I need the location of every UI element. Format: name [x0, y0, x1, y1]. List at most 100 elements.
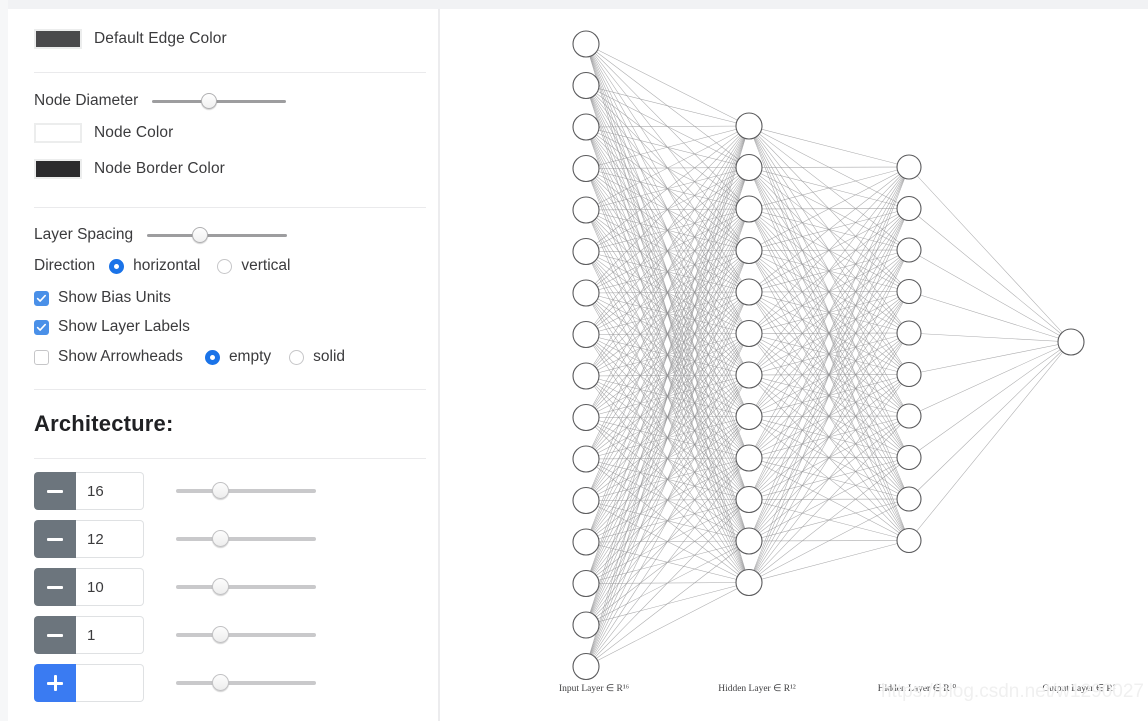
network-node[interactable]: [896, 195, 922, 222]
node-border-color-row[interactable]: Node Border Color: [8, 152, 438, 186]
layer-size-input[interactable]: 1: [76, 616, 144, 654]
network-node[interactable]: [572, 237, 600, 266]
network-node[interactable]: [735, 112, 763, 140]
architecture-rows: 16 12 10 1: [8, 467, 438, 707]
network-node[interactable]: [572, 362, 600, 390]
slider-thumb[interactable]: [211, 674, 229, 691]
network-node[interactable]: [735, 485, 763, 514]
default-edge-color-row[interactable]: Default Edge Color: [8, 22, 438, 56]
node-diameter-row: Node Diameter: [8, 92, 438, 110]
layer-size-input[interactable]: 10: [76, 568, 144, 606]
color-swatch-icon[interactable]: [34, 29, 82, 49]
network-node[interactable]: [572, 196, 600, 224]
network-node[interactable]: [735, 278, 763, 306]
network-diagram-canvas: Input Layer ∈ R¹⁶ Hidden Layer ∈ R¹² Hidde…: [442, 9, 1148, 721]
layer-spacing-slider[interactable]: [147, 226, 288, 244]
minus-icon: [47, 585, 63, 589]
left-edge-strip: [0, 0, 8, 721]
network-node[interactable]: [735, 568, 763, 597]
slider-thumb[interactable]: [211, 530, 229, 547]
architecture-row: 1: [8, 611, 438, 659]
radio-arrowhead-empty[interactable]: [204, 349, 220, 365]
network-node[interactable]: [896, 527, 922, 554]
network-node[interactable]: [735, 195, 763, 223]
edge: [748, 291, 910, 583]
slider-thumb[interactable]: [200, 93, 217, 109]
network-node[interactable]: [572, 611, 600, 639]
network-node[interactable]: [572, 30, 600, 58]
direction-horizontal-label: horizontal: [133, 257, 201, 274]
remove-layer-button[interactable]: [34, 520, 76, 558]
show-layer-labels-row[interactable]: Show Layer Labels: [8, 318, 438, 336]
network-node[interactable]: [572, 652, 600, 681]
network-node[interactable]: [896, 403, 922, 429]
network-node[interactable]: [1057, 328, 1085, 356]
slider-track: [176, 489, 316, 493]
edge: [585, 333, 750, 667]
slider-thumb[interactable]: [211, 578, 229, 595]
slider-thumb[interactable]: [211, 482, 229, 499]
network-node[interactable]: [572, 486, 600, 515]
layer-size-slider[interactable]: [176, 626, 316, 644]
network-node[interactable]: [572, 279, 600, 307]
layer-size-input[interactable]: [76, 664, 144, 702]
slider-thumb[interactable]: [211, 626, 229, 643]
edge: [748, 208, 910, 583]
layer-size-input[interactable]: 16: [76, 472, 144, 510]
network-node[interactable]: [735, 527, 763, 555]
radio-direction-vertical[interactable]: [217, 258, 233, 274]
network-node[interactable]: [896, 154, 922, 180]
checkbox-show-arrowheads[interactable]: [34, 349, 49, 365]
divider-3: [34, 389, 426, 390]
network-node[interactable]: [896, 278, 922, 305]
add-layer-button[interactable]: [34, 664, 76, 702]
layer-size-input[interactable]: 12: [76, 520, 144, 558]
remove-layer-button[interactable]: [34, 472, 76, 510]
radio-direction-horizontal[interactable]: [109, 258, 125, 274]
network-node[interactable]: [572, 445, 600, 473]
network-node[interactable]: [896, 361, 922, 388]
network-node[interactable]: [735, 444, 763, 472]
network-node[interactable]: [896, 444, 922, 471]
edge: [908, 341, 1072, 417]
network-node[interactable]: [572, 403, 600, 432]
network-node[interactable]: [735, 153, 763, 182]
top-strip: [0, 0, 1148, 9]
edge: [748, 125, 910, 168]
watermark-text: https://blog.csdn.net/w1290027: [880, 681, 1144, 702]
network-node[interactable]: [735, 402, 763, 431]
checkbox-show-bias-units[interactable]: [34, 290, 49, 306]
layer-size-slider[interactable]: [176, 482, 316, 500]
network-node[interactable]: [572, 320, 600, 349]
show-bias-units-row[interactable]: Show Bias Units: [8, 289, 438, 307]
color-swatch-icon[interactable]: [34, 123, 82, 143]
network-node[interactable]: [896, 486, 922, 512]
network-node[interactable]: [735, 319, 763, 348]
radio-arrowhead-solid[interactable]: [289, 349, 305, 365]
network-node[interactable]: [572, 569, 600, 598]
layer-size-slider[interactable]: [176, 674, 316, 692]
network-node[interactable]: [572, 71, 600, 100]
architecture-row: [8, 659, 438, 707]
color-swatch-icon[interactable]: [34, 159, 82, 179]
network-node[interactable]: [572, 528, 600, 556]
network-node[interactable]: [572, 154, 600, 183]
node-color-row[interactable]: Node Color: [8, 116, 438, 150]
network-node[interactable]: [735, 361, 763, 389]
show-arrowheads-label: Show Arrowheads: [58, 348, 183, 365]
edge: [585, 125, 750, 377]
slider-thumb[interactable]: [191, 227, 208, 243]
remove-layer-button[interactable]: [34, 616, 76, 654]
layer-size-slider[interactable]: [176, 530, 316, 548]
layer-size-stepper: [34, 664, 144, 702]
direction-label: Direction: [34, 257, 96, 274]
layer-size-slider[interactable]: [176, 578, 316, 596]
network-node[interactable]: [735, 236, 763, 265]
network-node[interactable]: [896, 320, 922, 346]
network-node[interactable]: [572, 113, 600, 141]
slider-track: [176, 633, 316, 637]
network-node[interactable]: [896, 237, 922, 263]
node-diameter-slider[interactable]: [152, 92, 287, 110]
checkbox-show-layer-labels[interactable]: [34, 319, 49, 335]
remove-layer-button[interactable]: [34, 568, 76, 606]
